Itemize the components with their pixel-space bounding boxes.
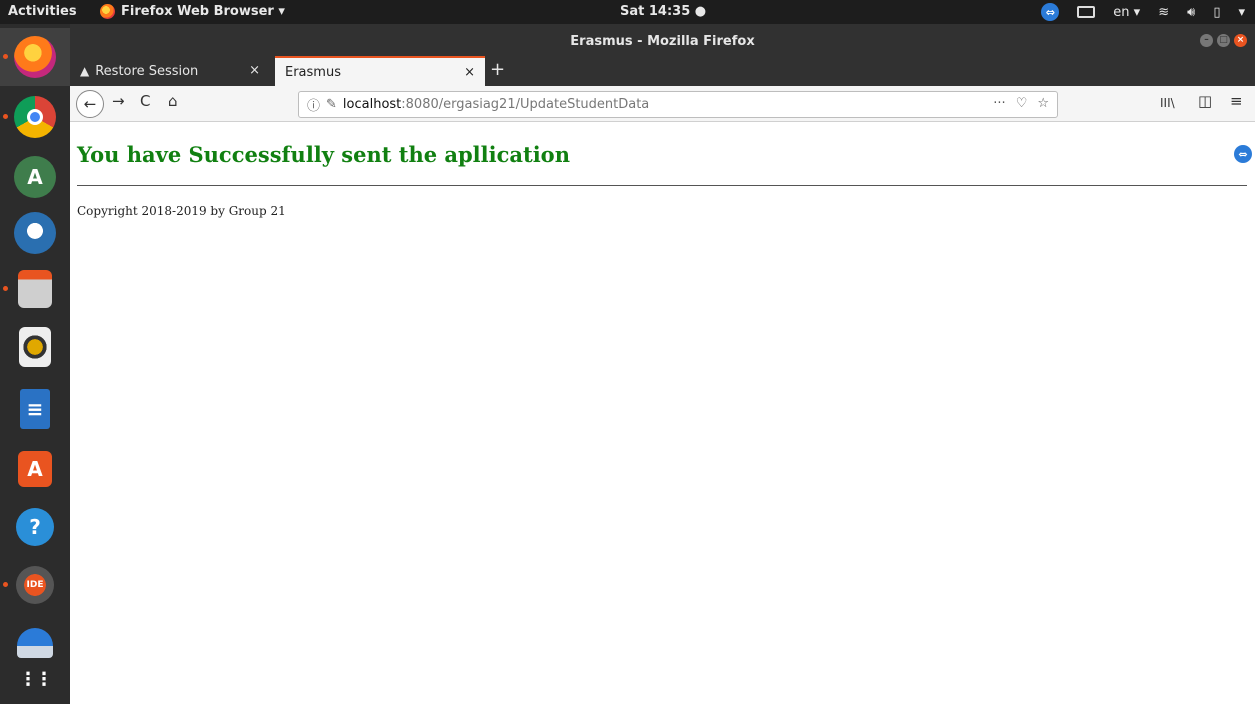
wrench-icon: ✎: [326, 97, 337, 112]
screen-icon[interactable]: [1077, 6, 1096, 18]
dock: A ≡ A ? IDE ⋮⋮: [0, 24, 70, 704]
firefox-icon: [100, 4, 115, 19]
pocket-icon[interactable]: ♡: [1016, 96, 1028, 111]
rhythmbox-icon: [19, 327, 51, 367]
site-info-icon[interactable]: ⓘ: [307, 95, 320, 114]
app-menu-label: Firefox Web Browser ▾: [121, 4, 285, 19]
clock[interactable]: Sat 14:35 ●: [620, 4, 706, 19]
minimize-button[interactable]: –: [1200, 34, 1213, 47]
dock-item-android-studio[interactable]: A: [0, 148, 70, 206]
dock-item-firefox[interactable]: [0, 28, 70, 86]
warning-icon: ▲: [80, 64, 90, 78]
volume-icon[interactable]: 🔊︎: [1187, 5, 1195, 20]
files-icon: [18, 270, 52, 308]
dock-item-chrome[interactable]: [0, 88, 70, 146]
reload-button[interactable]: C: [140, 92, 150, 110]
chrome-icon: [14, 96, 56, 138]
close-tab-icon[interactable]: ×: [249, 63, 260, 78]
show-apps-icon: ⋮⋮: [19, 668, 53, 690]
url-bar[interactable]: ⓘ ✎ localhost:8080/ergasiag21/UpdateStud…: [298, 91, 1058, 118]
bookmark-star-icon[interactable]: ☆: [1037, 96, 1049, 111]
app-menu[interactable]: Firefox Web Browser ▾: [100, 4, 285, 19]
running-indicator: [3, 114, 8, 119]
url-path: :8080/ergasiag21/UpdateStudentData: [401, 97, 650, 112]
window-titlebar[interactable]: Erasmus - Mozilla Firefox – □ ×: [70, 24, 1255, 56]
library-button[interactable]: III\: [1160, 96, 1175, 110]
new-tab-button[interactable]: +: [490, 59, 505, 80]
libreoffice-writer-icon: ≡: [20, 389, 50, 429]
page-actions-button[interactable]: ···: [993, 96, 1005, 111]
running-indicator: [3, 54, 8, 59]
window-title: Erasmus - Mozilla Firefox: [570, 34, 755, 49]
thunderbird-icon: [14, 212, 56, 254]
maximize-button[interactable]: □: [1217, 34, 1230, 47]
back-button[interactable]: ←: [76, 90, 104, 118]
wifi-icon[interactable]: ≋: [1158, 5, 1169, 20]
teamviewer-side-button[interactable]: ⇔: [1233, 142, 1253, 166]
window-controls: – □ ×: [1200, 34, 1247, 47]
help-icon: ?: [16, 508, 54, 546]
close-window-button[interactable]: ×: [1234, 34, 1247, 47]
dock-item-rhythmbox[interactable]: [0, 318, 70, 376]
teamviewer-icon[interactable]: ⇔: [1041, 3, 1060, 21]
system-menu-arrow[interactable]: ▾: [1238, 5, 1245, 20]
top-bar: Activities Firefox Web Browser ▾ Sat 14:…: [0, 0, 1255, 24]
tab-label: Erasmus: [285, 64, 341, 80]
dock-item-files[interactable]: [0, 260, 70, 318]
url-actions: ··· ♡ ☆: [993, 96, 1049, 111]
close-tab-icon[interactable]: ×: [464, 65, 475, 80]
battery-icon[interactable]: ▯: [1213, 5, 1220, 20]
horizontal-rule: [77, 185, 1247, 186]
copyright-text: Copyright 2018-2019 by Group 21: [77, 204, 286, 218]
dock-item-java-ee[interactable]: IDE: [0, 556, 70, 614]
system-tray: ⇔ en ▾ ≋ 🔊︎ ▯ ▾: [1041, 3, 1245, 21]
success-heading: You have Successfully sent the apllicati…: [77, 142, 570, 167]
firefox-icon: [14, 36, 56, 78]
menu-button[interactable]: ≡: [1230, 92, 1243, 110]
java-ee-ide-icon: IDE: [16, 566, 54, 604]
running-indicator: [3, 582, 8, 587]
dock-item-show-apps[interactable]: ⋮⋮: [0, 650, 70, 708]
tab-strip: ▲ Restore Session × Erasmus × +: [70, 56, 1255, 86]
running-indicator: [3, 286, 8, 291]
dock-item-software[interactable]: A: [0, 440, 70, 498]
tab-erasmus[interactable]: Erasmus ×: [275, 56, 485, 86]
teamviewer-icon: ⇔: [1234, 145, 1252, 163]
dock-item-help[interactable]: ?: [0, 498, 70, 556]
tab-restore-session[interactable]: ▲ Restore Session ×: [70, 56, 270, 86]
sidebar-button[interactable]: ◫: [1198, 92, 1212, 110]
language-indicator[interactable]: en ▾: [1113, 5, 1140, 20]
home-button[interactable]: ⌂: [168, 92, 178, 110]
activities-button[interactable]: Activities: [8, 4, 77, 19]
page-content: You have Successfully sent the apllicati…: [70, 122, 1255, 704]
tab-label: Restore Session: [95, 63, 199, 79]
url-host: localhost: [342, 97, 402, 112]
dock-item-thunderbird[interactable]: [0, 204, 70, 262]
dock-item-writer[interactable]: ≡: [0, 380, 70, 438]
android-studio-icon: A: [14, 156, 56, 198]
navigation-toolbar: ← → C ⌂ ⓘ ✎ localhost:8080/ergasiag21/Up…: [70, 86, 1255, 122]
software-center-icon: A: [18, 451, 52, 487]
back-arrow-icon: ←: [83, 95, 97, 113]
forward-button[interactable]: →: [112, 92, 125, 110]
